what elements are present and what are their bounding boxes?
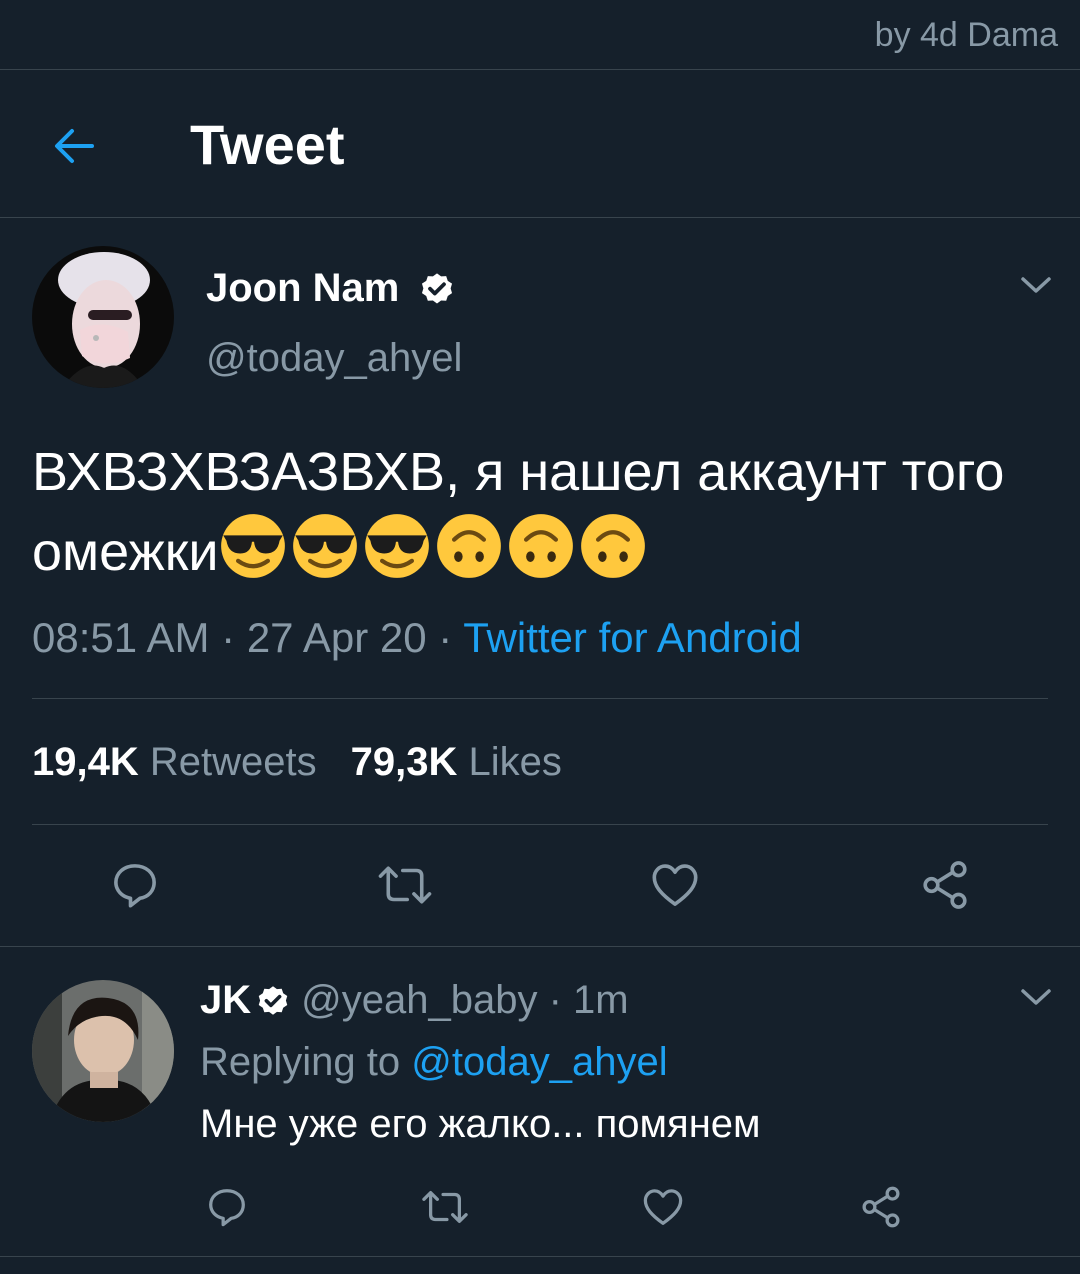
tweet-body: ВХВЗХВЗАЗВХВ, я нашел аккаунт того омежк… [32,432,1052,592]
smiling-face-with-sunglasses-emoji [364,514,429,578]
tweet-time: 08:51 AM [32,614,210,661]
reply-button[interactable] [108,858,162,917]
meta-divider [32,698,1048,699]
tweet-stats: 19,4K Retweets 79,3K Likes [32,740,562,785]
watermark-text: by 4d Dama [874,16,1058,54]
comment-icon [114,864,156,908]
bottom-divider [0,1256,1080,1257]
share-button[interactable] [918,858,972,917]
tweet-source-link[interactable]: Twitter for Android [463,614,801,661]
emoji-row [219,514,651,582]
back-button[interactable] [50,122,98,170]
replying-to: Replying to @today_ahyel [200,1040,668,1085]
reply-text: Мне уже его жалко... помянем [200,1102,761,1146]
reply-separator: · [548,978,562,1022]
reply-time: 1m [573,978,629,1022]
meta-separator: · [438,614,453,661]
reply-handle[interactable]: @yeah_baby [301,978,537,1022]
upside-down-face-emoji [508,514,573,578]
heart-icon [643,1189,683,1225]
likes-stat[interactable]: 79,3K Likes [351,740,562,784]
smiling-face-with-sunglasses-emoji [292,514,357,578]
stats-divider [32,824,1048,825]
author-handle[interactable]: @today_ahyel [206,336,462,381]
retweets-count: 19,4K [32,740,139,784]
likes-count: 79,3K [350,740,458,784]
chevron-down-icon [1021,989,1051,1005]
smiling-face-with-sunglasses-emoji [220,514,285,578]
meta-separator: · [221,614,236,661]
author-name: Joon Nam [206,266,400,310]
reply-avatar[interactable] [32,980,174,1122]
comment-icon [209,1189,245,1227]
verified-badge-icon [422,273,453,304]
verified-badge-icon [258,986,288,1016]
retweet-icon [378,866,432,904]
tweet-author[interactable]: Joon Nam [206,266,456,311]
like-button[interactable] [648,858,702,917]
share-icon [923,861,967,909]
avatar-image [32,246,174,388]
replying-label: Replying to [200,1040,401,1084]
reply-share-button[interactable] [858,1184,904,1235]
reply-header: JK @yeah_baby · 1m [200,978,629,1023]
reply-avatar-image [32,980,174,1122]
page-title: Tweet [190,113,345,176]
share-icon [862,1186,900,1228]
retweet-icon [422,1190,468,1224]
header-bar: Tweet [0,70,1080,217]
upside-down-face-emoji [580,514,645,578]
replying-handle-link[interactable]: @today_ahyel [411,1040,667,1084]
chevron-down-icon [1021,277,1051,293]
avatar[interactable] [32,246,174,388]
reply-retweet-button[interactable] [420,1184,470,1235]
thread-divider [0,946,1080,947]
tweet-menu-button[interactable] [1018,270,1054,305]
arrow-left-icon [55,129,94,163]
heart-icon [652,864,698,906]
reply-like-button[interactable] [640,1184,686,1235]
retweets-label: Retweets [149,740,317,784]
reply-author-name[interactable]: JK [200,978,251,1022]
retweets-stat[interactable]: 19,4K Retweets [32,740,317,784]
reply-reply-button[interactable] [204,1184,250,1235]
header-divider [0,217,1080,218]
reply-menu-button[interactable] [1018,982,1054,1017]
retweet-button[interactable] [376,858,434,917]
upside-down-face-emoji [436,514,501,578]
tweet-date: 27 Apr 20 [246,614,427,661]
tweet-meta: 08:51 AM · 27 Apr 20 · Twitter for Andro… [32,614,802,662]
likes-label: Likes [468,740,562,784]
